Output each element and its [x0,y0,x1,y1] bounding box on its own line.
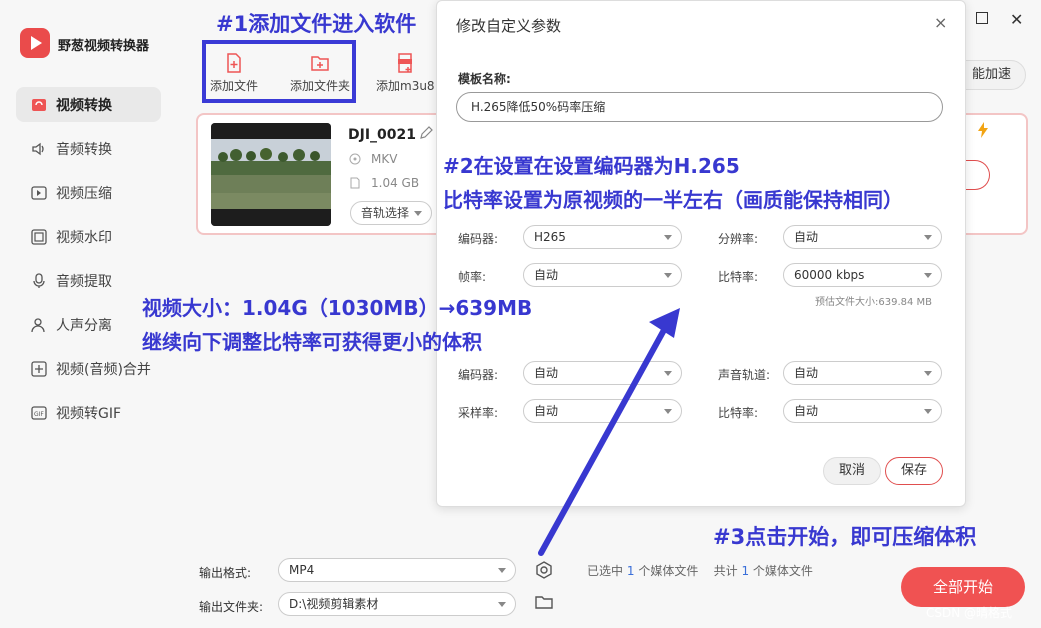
annotation-arrow [538,308,680,556]
